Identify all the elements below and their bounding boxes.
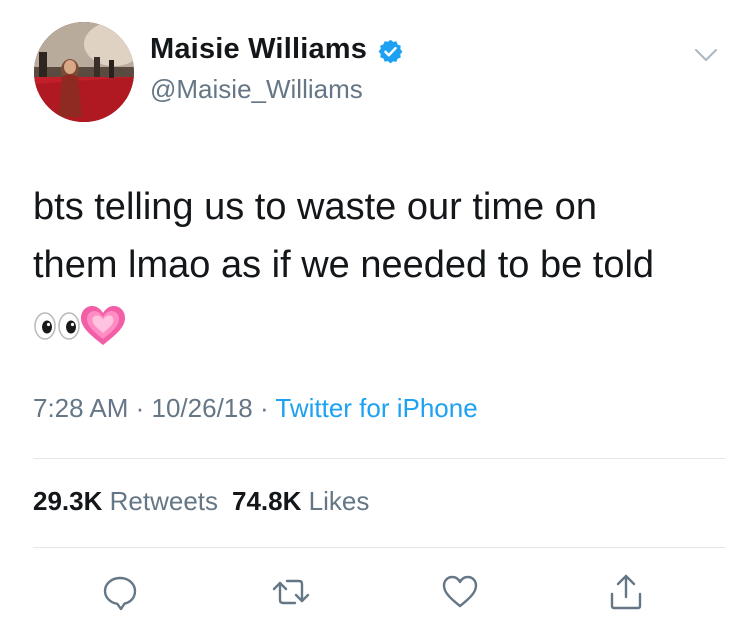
heart-icon[interactable] [440,572,480,612]
retweets-label: Retweets [109,486,219,516]
likes-count: 74.8K [232,486,302,516]
reply-icon[interactable] [100,572,140,612]
tweet-card: Maisie Williams @Maisie_Williams bts tel… [0,0,749,621]
tweet-text-line: them lmao as if we needed to be told [33,244,655,286]
chevron-down-icon[interactable] [694,46,718,64]
retweet-icon[interactable] [271,572,311,612]
divider [33,547,725,548]
tweet-stats: 29.3K Retweets 74.8K Likes [33,486,369,517]
meta-separator: · [252,393,276,423]
tweet-source-link[interactable]: Twitter for iPhone [275,393,477,423]
verified-badge-icon [378,39,403,64]
tweet-text: bts telling us to waste our time on them… [33,178,713,294]
divider [33,458,725,459]
meta-separator: · [128,393,152,423]
tweet-meta: 7:28 AM · 10/26/18 · Twitter for iPhone [33,393,478,424]
avatar[interactable] [34,22,134,122]
retweets-count: 29.3K [33,486,103,516]
avatar-photo [34,22,134,122]
user-handle[interactable]: @Maisie_Williams [150,74,363,105]
likes-label: Likes [308,486,370,516]
tweet-time: 7:28 AM [33,393,129,423]
growing-heart-emoji [81,306,125,345]
likes-stat[interactable]: 74.8K Likes [232,486,369,516]
eyes-emoji [34,312,80,340]
display-name[interactable]: Maisie Williams [150,33,367,66]
emoji-row [34,306,125,345]
share-icon[interactable] [606,572,646,612]
tweet-text-line: bts telling us to waste our time on [33,186,597,228]
retweets-stat[interactable]: 29.3K Retweets [33,486,218,516]
tweet-date: 10/26/18 [151,393,253,423]
